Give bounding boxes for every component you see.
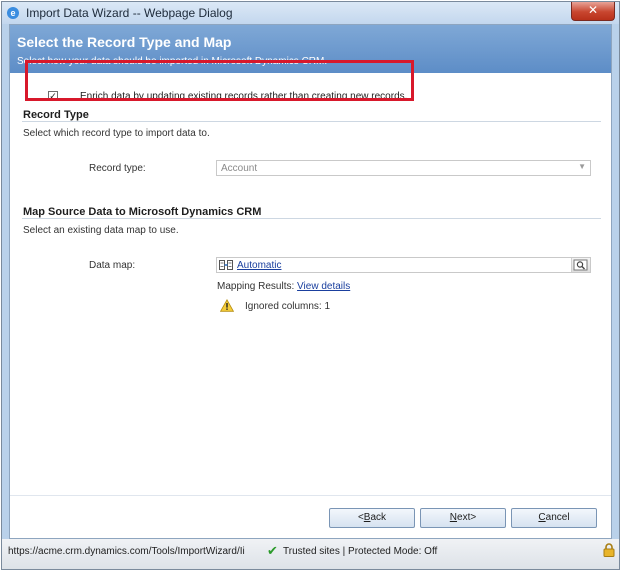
- record-type-select[interactable]: Account ▼: [216, 160, 591, 176]
- cancel-button[interactable]: Cancel: [511, 508, 597, 528]
- lookup-icon: [573, 259, 588, 271]
- record-type-description: Select which record type to import data …: [23, 128, 210, 139]
- map-section-description: Select an existing data map to use.: [23, 225, 179, 236]
- button-bar-divider: [10, 495, 611, 496]
- view-details-link[interactable]: View details: [297, 281, 350, 292]
- security-zone: Trusted sites | Protected Mode: Off: [283, 546, 438, 557]
- ignored-columns: Ignored columns: 1: [245, 301, 331, 312]
- warning-icon: [220, 299, 234, 312]
- close-icon: ✕: [587, 3, 599, 17]
- status-bar: https://acme.crm.dynamics.com/Tools/Impo…: [2, 539, 619, 569]
- dialog-window: e Import Data Wizard -- Webpage Dialog ✕…: [1, 1, 620, 570]
- ie-icon: e: [7, 7, 19, 19]
- next-accesskey: N: [449, 512, 458, 523]
- close-button[interactable]: ✕: [571, 2, 615, 21]
- lookup-button[interactable]: [571, 258, 590, 272]
- section-divider: [22, 121, 601, 122]
- data-map-field: Automatic: [216, 257, 591, 273]
- cancel-label: ancel: [545, 512, 570, 523]
- next-button[interactable]: Next>: [420, 508, 506, 528]
- data-map-label: Data map:: [89, 260, 136, 271]
- dialog-content: Select the Record Type and Map Select ho…: [9, 24, 612, 539]
- data-map-link[interactable]: Automatic: [237, 260, 281, 271]
- trusted-check-icon: ✔: [267, 543, 278, 558]
- mapping-results: Mapping Results: View details: [217, 281, 350, 292]
- data-map-icon: [219, 260, 233, 270]
- page-title: Select the Record Type and Map: [17, 34, 232, 50]
- map-section-heading: Map Source Data to Microsoft Dynamics CR…: [23, 206, 262, 218]
- mapping-results-label: Mapping Results:: [217, 281, 295, 292]
- back-label: ack: [370, 512, 387, 523]
- record-type-label: Record type:: [89, 163, 146, 174]
- record-type-value: Account: [221, 163, 258, 174]
- lock-icon: [603, 543, 615, 557]
- cancel-accesskey: C: [538, 512, 546, 523]
- dropdown-arrow-icon: ▼: [578, 162, 586, 171]
- status-url: https://acme.crm.dynamics.com/Tools/Impo…: [8, 546, 245, 557]
- annotation-highlight-box: [25, 60, 414, 101]
- window-title: Import Data Wizard -- Webpage Dialog: [26, 6, 233, 20]
- back-button[interactable]: <Back: [329, 508, 415, 528]
- next-label: ext>: [457, 512, 477, 523]
- title-bar: e Import Data Wizard -- Webpage Dialog ✕: [2, 2, 619, 24]
- section-divider: [22, 218, 601, 219]
- record-type-heading: Record Type: [23, 109, 89, 121]
